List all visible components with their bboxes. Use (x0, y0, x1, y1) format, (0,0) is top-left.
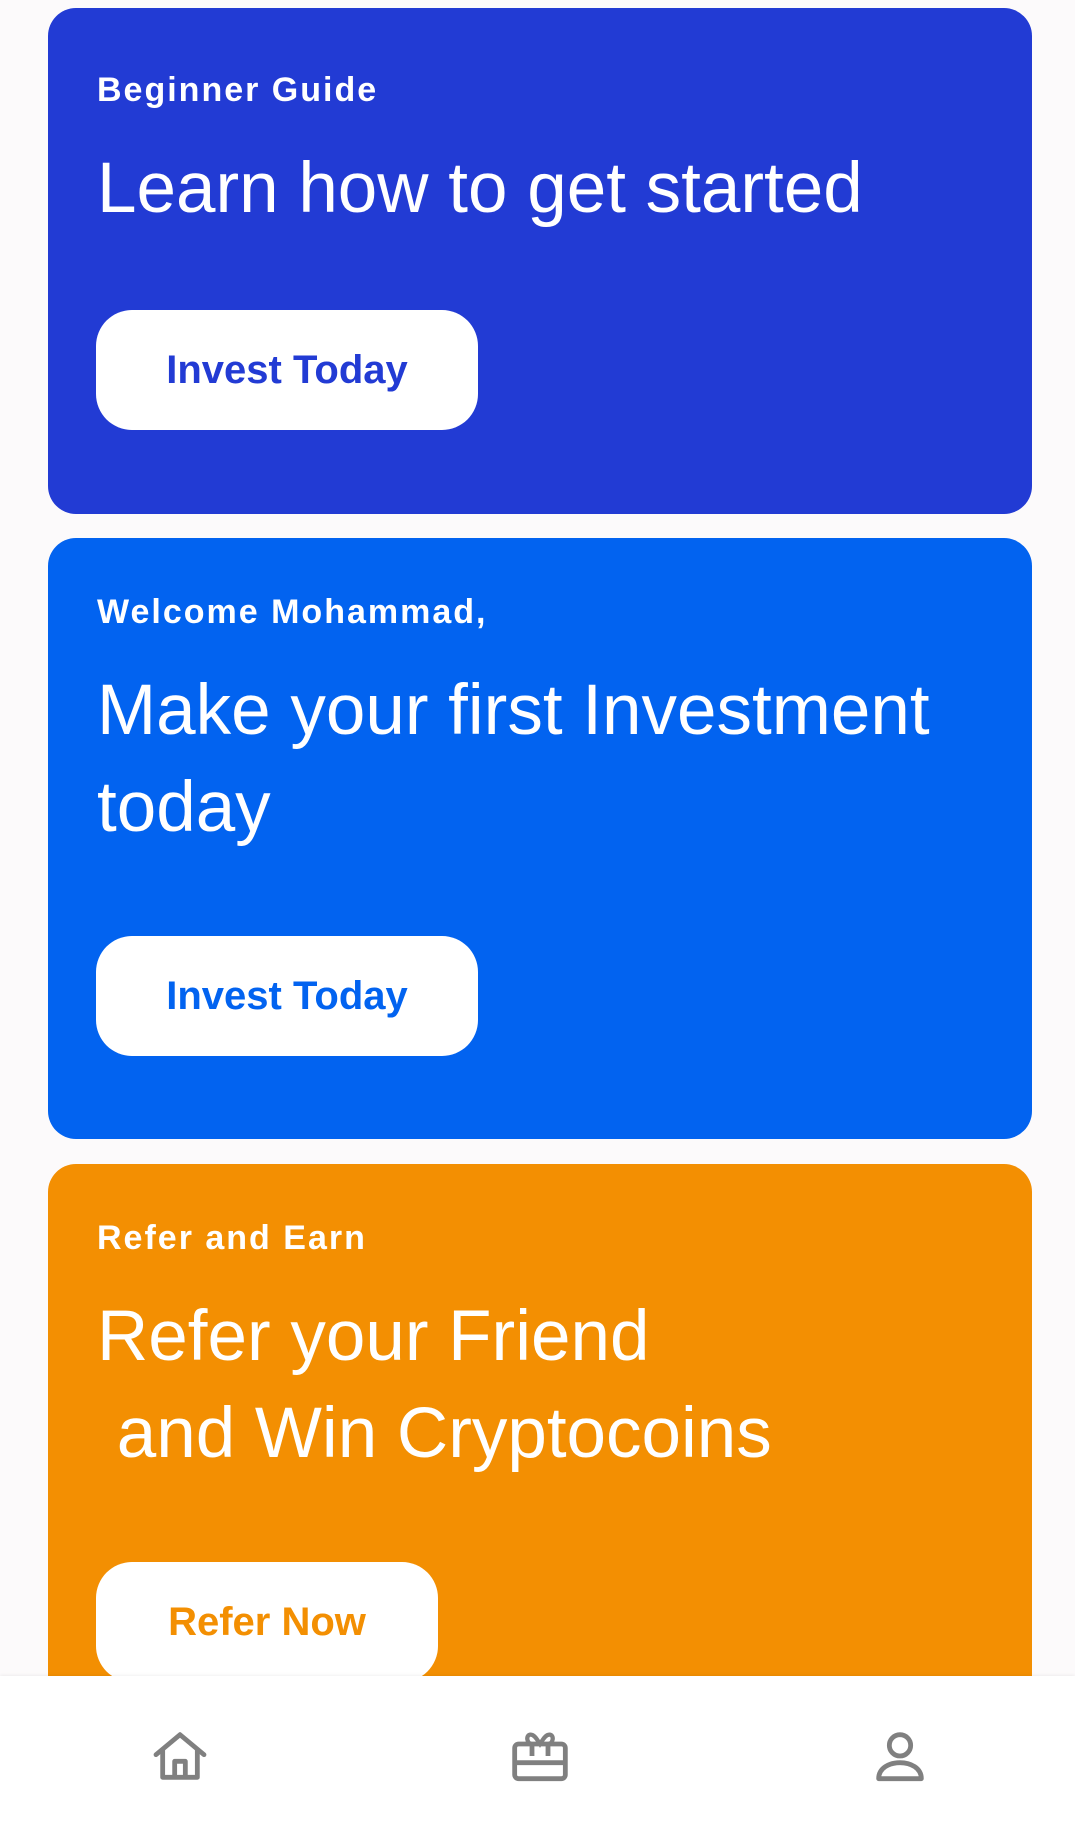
card-eyebrow: Welcome Mohammad, (97, 593, 488, 631)
card-eyebrow: Refer and Earn (97, 1219, 367, 1257)
invest-today-button[interactable]: Invest Today (96, 936, 478, 1056)
nav-home[interactable] (130, 1706, 230, 1806)
card-eyebrow: Beginner Guide (97, 71, 379, 109)
card-feed: Beginner Guide Learn how to get started … (0, 0, 1075, 1676)
nav-profile[interactable] (850, 1706, 950, 1806)
card-headline: Make your first Investment today (97, 671, 950, 847)
refer-and-earn-card[interactable]: Refer and Earn Refer your Friend and Win… (48, 1164, 1032, 1676)
welcome-card[interactable]: Welcome Mohammad, Make your first Invest… (48, 538, 1032, 1139)
invest-today-button[interactable]: Invest Today (96, 310, 478, 430)
nav-rewards[interactable] (490, 1706, 590, 1806)
refer-now-button[interactable]: Refer Now (96, 1562, 438, 1676)
card-headline: Learn how to get started (97, 149, 863, 228)
gift-icon (512, 1732, 568, 1782)
card-headline: Refer your Friend and Win Cryptocoins (97, 1297, 772, 1473)
bottom-navigation (0, 1676, 1075, 1844)
profile-icon (876, 1732, 924, 1782)
beginner-guide-card[interactable]: Beginner Guide Learn how to get started … (48, 8, 1032, 514)
home-icon (153, 1732, 207, 1780)
